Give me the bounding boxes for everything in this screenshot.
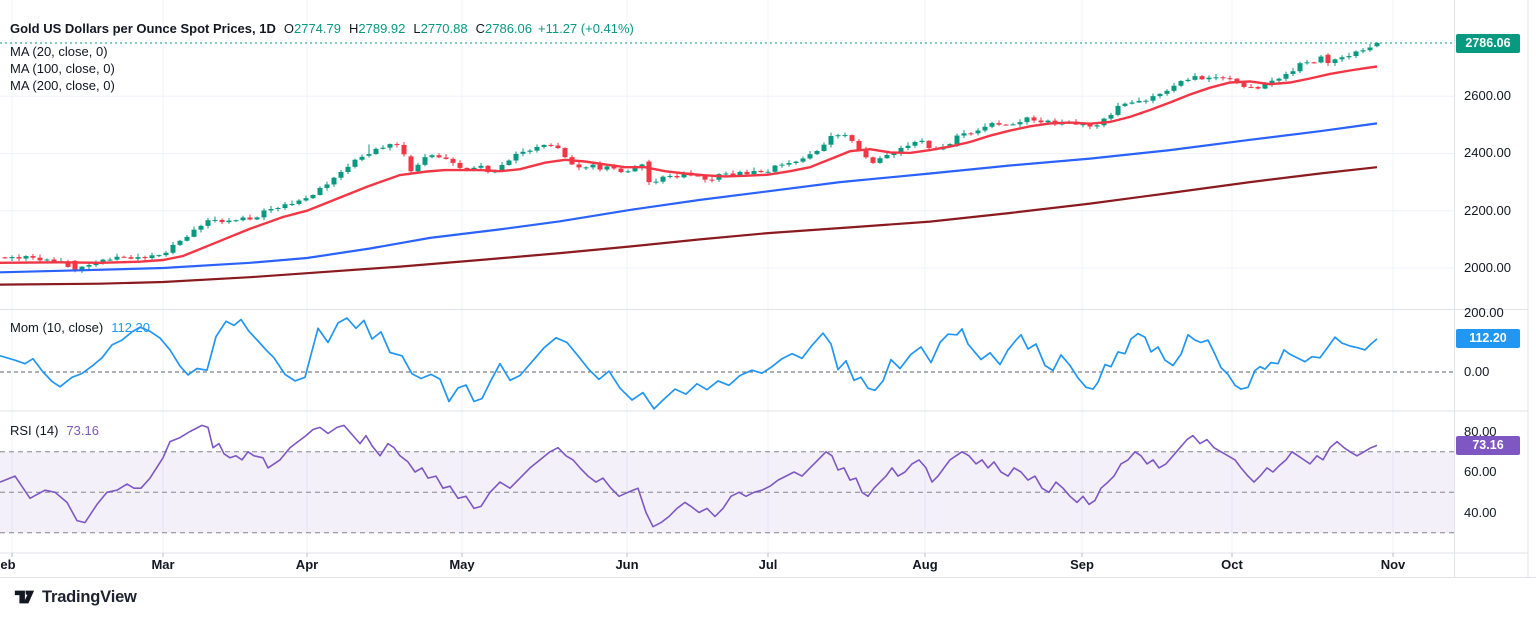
momentum-label: Mom (10, close) <box>10 320 104 335</box>
rsi-pane[interactable] <box>0 412 1454 553</box>
rsi-label: RSI (14) <box>10 423 59 438</box>
ohlc-high: H2789.92 <box>348 21 406 36</box>
legend-ma100[interactable]: MA (100, close, 0) <box>10 61 115 76</box>
rsi-legend-row[interactable]: RSI (14) 73.16 <box>10 423 99 438</box>
month-label-jun: Jun <box>615 557 639 572</box>
month-label-may: May <box>449 557 475 572</box>
legend-ma20[interactable]: MA (20, close, 0) <box>10 44 108 59</box>
tradingview-logo-text: TradingView <box>42 587 137 606</box>
rsi-tick-label: 40.00 <box>1464 504 1497 520</box>
month-label-apr: Apr <box>295 557 319 572</box>
tradingview-logo[interactable]: TradingView <box>13 586 137 608</box>
month-label-nov: Nov <box>1380 557 1406 572</box>
momentum-value-badge: 112.20 <box>1456 329 1520 348</box>
ohlc-low: L2770.88 <box>413 21 468 36</box>
ohlc-close: C2786.06 <box>475 21 532 36</box>
price-change: +11.27 (+0.41%) <box>538 21 634 36</box>
price-scale[interactable]: 2786.06 112.20 73.16 2600.00 2400.00 2200.… <box>1454 0 1528 553</box>
momentum-tick-label: 200.00 <box>1464 305 1504 320</box>
main-price-pane[interactable] <box>0 0 1454 309</box>
chart-root: { "header": { "title": "Gold US Dollars … <box>0 0 1536 618</box>
price-tick-label: 2200.00 <box>1464 202 1511 218</box>
last-price-badge: 2786.06 <box>1456 34 1520 53</box>
tradingview-logo-icon <box>14 590 35 604</box>
symbol-title: Gold US Dollars per Ounce Spot Prices, 1… <box>10 21 276 36</box>
legend-ma200[interactable]: MA (200, close, 0) <box>10 78 115 93</box>
ohlc-open: O2774.79 <box>283 21 341 36</box>
price-tick-label: 2000.00 <box>1464 260 1511 275</box>
momentum-tick-label: 0.00 <box>1464 364 1490 379</box>
rsi-value: 73.16 <box>66 423 99 438</box>
momentum-pane[interactable] <box>0 311 1454 410</box>
month-label-jul: Jul <box>758 557 778 572</box>
month-label-sep: Sep <box>1070 557 1094 572</box>
month-label-oct: Oct <box>1221 557 1243 572</box>
price-tick-label: 2600.00 <box>1464 88 1511 104</box>
rsi-tick-label: 60.00 <box>1464 464 1497 479</box>
symbol-legend-row[interactable]: Gold US Dollars per Ounce Spot Prices, 1… <box>10 21 634 36</box>
price-tick-label: 2400.00 <box>1464 145 1511 161</box>
month-label-mar: Mar <box>151 557 175 572</box>
momentum-value: 112.20 <box>111 320 150 335</box>
rsi-value-badge: 73.16 <box>1456 436 1520 455</box>
momentum-legend-row[interactable]: Mom (10, close) 112.20 <box>10 320 150 335</box>
month-label-feb: Feb <box>0 557 16 572</box>
month-label-aug: Aug <box>912 557 938 572</box>
time-scale[interactable]: Feb Mar Apr May Jun Jul Aug Sep Oct Nov <box>0 553 1528 578</box>
